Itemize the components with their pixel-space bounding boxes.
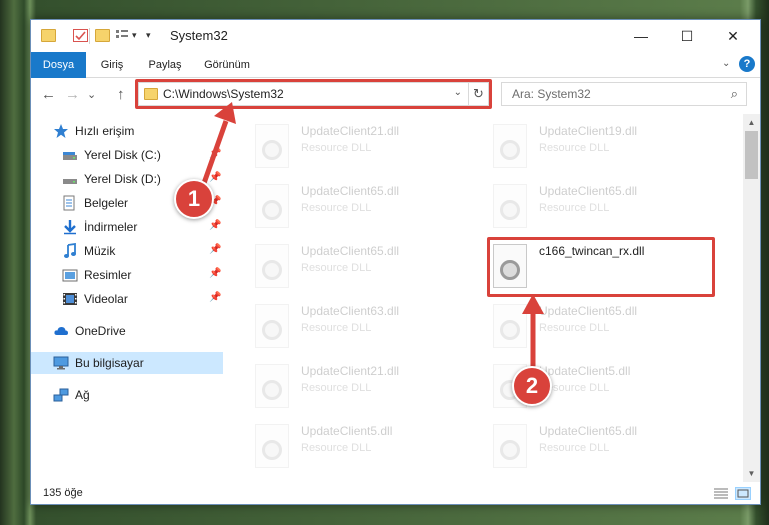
callout-marker-2: 2 [512,366,552,406]
callout-marker-1: 1 [174,179,214,219]
callout-arrows [200,102,544,372]
